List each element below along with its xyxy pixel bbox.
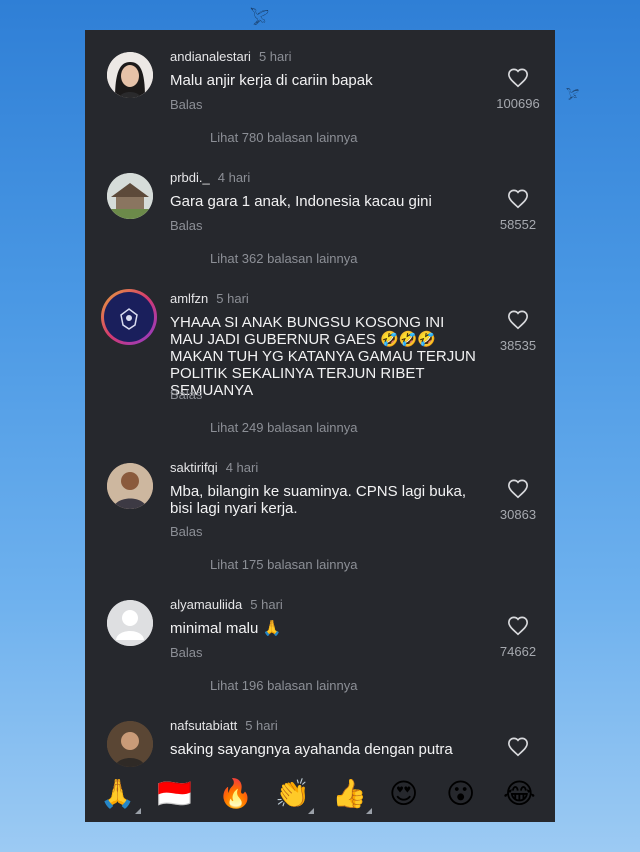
avatar-photo-icon xyxy=(107,463,153,509)
emoji-open-mouth[interactable]: 😮 xyxy=(446,778,475,810)
like-count: 74662 xyxy=(499,644,537,659)
emoji-tears-of-joy[interactable]: 😂 xyxy=(503,778,536,810)
like-count: 58552 xyxy=(499,217,537,232)
comment-text: Malu anjir kerja di cariin bapak xyxy=(170,72,373,89)
emoji-clapping-hands[interactable]: 👏 xyxy=(275,778,310,810)
heart-icon[interactable] xyxy=(507,736,529,758)
emoji-variant-indicator-icon xyxy=(135,808,141,814)
comment-text: saking sayangnya ayahanda dengan putra xyxy=(170,741,453,758)
heart-icon[interactable] xyxy=(507,309,529,331)
view-replies-link[interactable]: Lihat 196 balasan lainnya xyxy=(210,678,357,693)
comment-text: YHAAA SI ANAK BUNGSU KOSONG INI MAU JADI… xyxy=(170,314,476,399)
reply-button[interactable]: Balas xyxy=(170,645,203,660)
avatar-photo-icon xyxy=(107,173,153,219)
comment-time: 4 hari xyxy=(217,170,251,185)
comment-username[interactable]: prbdi._ 4 hari xyxy=(170,170,250,185)
emoji-flag-indonesia[interactable]: 🇮🇩 xyxy=(157,778,192,810)
like-count: 100696 xyxy=(496,96,540,111)
default-avatar-icon xyxy=(107,600,153,646)
avatar[interactable] xyxy=(107,721,153,767)
heart-icon[interactable] xyxy=(507,188,529,210)
comment-time: 5 hari xyxy=(250,597,283,612)
view-replies-link[interactable]: Lihat 362 balasan lainnya xyxy=(210,251,357,266)
emoji-variant-indicator-icon xyxy=(366,808,372,814)
comment-time: 5 hari xyxy=(258,49,292,64)
avatar-emblem-icon xyxy=(104,292,154,342)
comment-text: minimal malu 🙏 xyxy=(170,620,282,637)
comment-time: 5 hari xyxy=(216,291,249,306)
avatar[interactable] xyxy=(107,173,153,219)
comment-username[interactable]: saktirifqi 4 hari xyxy=(170,460,258,475)
emoji-heart-eyes[interactable]: 😍 xyxy=(389,778,418,810)
comment-time: 5 hari xyxy=(245,718,278,733)
bird-silhouette: 𓅯 xyxy=(250,11,270,28)
comment-text: Mba, bilangin ke suaminya. CPNS lagi buk… xyxy=(170,483,466,517)
comment-username[interactable]: nafsutabiatt 5 hari xyxy=(170,718,278,733)
reply-button[interactable]: Balas xyxy=(170,218,203,233)
emoji-folded-hands[interactable]: 🙏 xyxy=(100,778,135,810)
emoji-quick-bar: 🙏 🇮🇩 🔥 👏 👍 😍 😮 😂 xyxy=(85,770,555,822)
avatar-photo-icon xyxy=(107,52,153,98)
comment-username[interactable]: alyamauliida 5 hari xyxy=(170,597,283,612)
avatar[interactable] xyxy=(107,600,153,646)
view-replies-link[interactable]: Lihat 175 balasan lainnya xyxy=(210,557,357,572)
view-replies-link[interactable]: Lihat 249 balasan lainnya xyxy=(210,420,357,435)
emoji-variant-indicator-icon xyxy=(308,808,314,814)
avatar-photo-icon xyxy=(107,721,153,767)
reply-button[interactable]: Balas xyxy=(170,524,203,539)
like-count: 30863 xyxy=(499,507,537,522)
heart-icon[interactable] xyxy=(507,615,529,637)
comment-text: Gara gara 1 anak, Indonesia kacau gini xyxy=(170,193,432,210)
like-count: 38535 xyxy=(499,338,537,353)
heart-icon[interactable] xyxy=(507,478,529,500)
avatar[interactable] xyxy=(107,463,153,509)
emoji-fire[interactable]: 🔥 xyxy=(218,778,253,810)
bird-silhouette: 𓅯 xyxy=(566,90,580,102)
comment-username[interactable]: amlfzn 5 hari xyxy=(170,291,249,306)
avatar[interactable] xyxy=(107,52,153,98)
comments-panel: andianalestari 5 hari Malu anjir kerja di… xyxy=(85,30,555,822)
view-replies-link[interactable]: Lihat 780 balasan lainnya xyxy=(210,130,357,145)
reply-button[interactable]: Balas xyxy=(170,97,203,112)
heart-icon[interactable] xyxy=(507,67,529,89)
avatar[interactable] xyxy=(101,289,157,345)
reply-button[interactable]: Balas xyxy=(170,387,203,402)
comment-time: 4 hari xyxy=(225,460,259,475)
comment-username[interactable]: andianalestari 5 hari xyxy=(170,49,291,64)
emoji-thumbs-up[interactable]: 👍 xyxy=(332,778,367,810)
